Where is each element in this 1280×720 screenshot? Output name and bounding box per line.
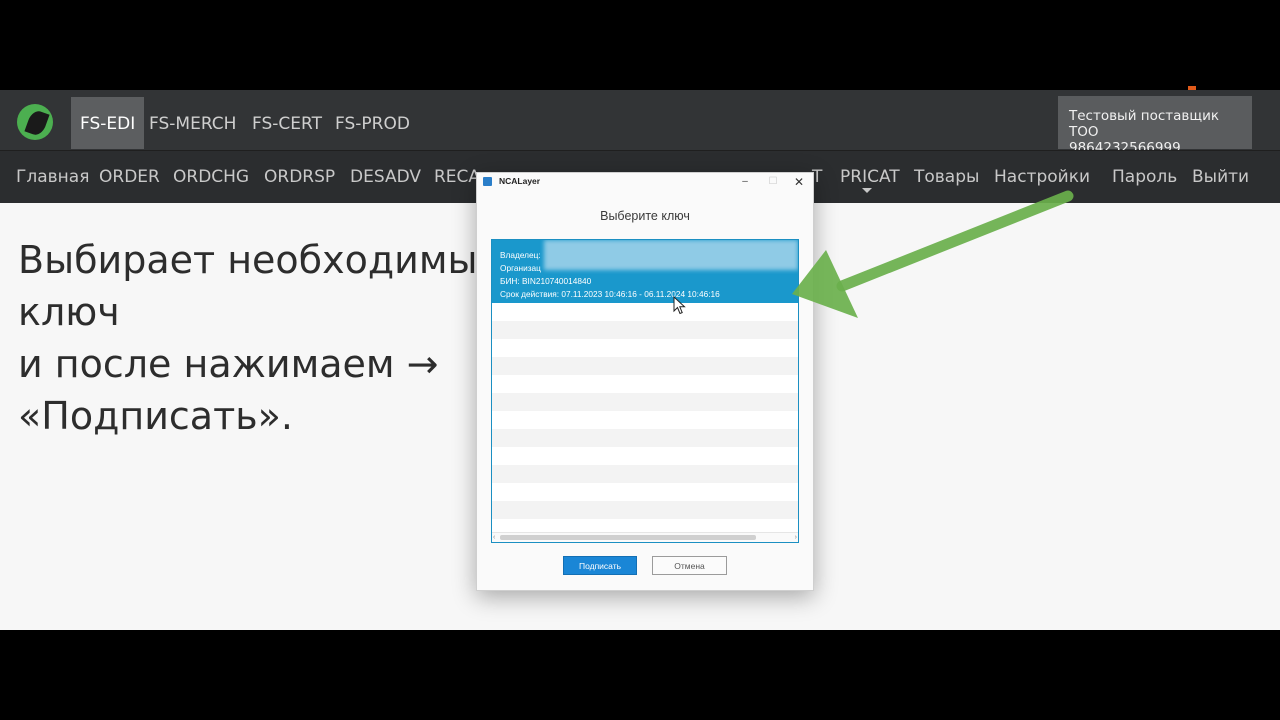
instruction-line-4: «Подписать». bbox=[18, 394, 293, 438]
scroll-left-icon[interactable]: ‹ bbox=[493, 533, 495, 542]
tab-fs-prod[interactable]: FS-PROD bbox=[326, 97, 419, 149]
menu-password[interactable]: Пароль bbox=[1112, 167, 1177, 187]
menu-order[interactable]: ORDER bbox=[99, 167, 160, 187]
supplier-name: Тестовый поставщик ТОО bbox=[1069, 108, 1220, 140]
menu-recadv[interactable]: RECA bbox=[434, 167, 480, 187]
list-stripe bbox=[492, 321, 798, 339]
ncalayer-dialog: NCALayer – ☐ ✕ Выберите ключ Владелец: О… bbox=[476, 172, 814, 591]
pricat-dropdown-icon[interactable] bbox=[862, 188, 872, 193]
tab-fs-merch[interactable]: FS-MERCH bbox=[140, 97, 245, 149]
tab-fs-cert[interactable]: FS-CERT bbox=[243, 97, 331, 149]
dialog-title: NCALayer bbox=[499, 176, 541, 186]
key-list[interactable]: Владелец: Организац БИН: BIN210740014840… bbox=[491, 239, 799, 543]
tab-fs-edi[interactable]: FS-EDI bbox=[71, 97, 145, 149]
list-stripe bbox=[492, 393, 798, 411]
instruction-line-3: и после нажимаем → bbox=[18, 342, 439, 386]
minimize-icon[interactable]: – bbox=[731, 173, 759, 191]
scrollbar-thumb[interactable] bbox=[500, 535, 756, 540]
instruction-text: Выбирает необходимый ключ и после нажима… bbox=[18, 234, 502, 442]
list-stripe bbox=[492, 465, 798, 483]
key-organization: Организац bbox=[500, 263, 541, 273]
menu-logout[interactable]: Выйти bbox=[1192, 167, 1249, 187]
top-bar: FS-EDI FS-MERCH FS-CERT FS-PROD Тестовый… bbox=[0, 90, 1280, 156]
list-stripe bbox=[492, 357, 798, 375]
redacted-area bbox=[544, 240, 798, 270]
mouse-cursor-icon bbox=[673, 296, 686, 315]
list-stripe bbox=[492, 429, 798, 447]
key-owner: Владелец: bbox=[500, 250, 541, 260]
sign-button[interactable]: Подписать bbox=[563, 556, 637, 575]
dialog-titlebar[interactable]: NCALayer – ☐ ✕ bbox=[477, 173, 813, 191]
horizontal-scrollbar[interactable]: ‹ › bbox=[492, 532, 798, 542]
menu-home[interactable]: Главная bbox=[16, 167, 89, 187]
instruction-line-1: Выбирает необходимый bbox=[18, 238, 503, 282]
menu-ordrsp[interactable]: ORDRSP bbox=[264, 167, 335, 187]
supplier-badge[interactable]: Тестовый поставщик ТОО 9864232566999 bbox=[1058, 96, 1252, 156]
scroll-right-icon[interactable]: › bbox=[795, 533, 797, 542]
key-list-item-selected[interactable]: Владелец: Организац БИН: BIN210740014840… bbox=[492, 240, 798, 303]
instruction-line-2: ключ bbox=[18, 290, 120, 334]
menu-desadv[interactable]: DESADV bbox=[350, 167, 421, 187]
close-icon[interactable]: ✕ bbox=[785, 173, 813, 191]
menu-ordchg[interactable]: ORDCHG bbox=[173, 167, 249, 187]
menu-pricat[interactable]: PRICAT bbox=[840, 167, 900, 187]
dialog-heading: Выберите ключ bbox=[600, 209, 690, 223]
menu-settings[interactable]: Настройки bbox=[994, 167, 1090, 187]
menu-goods[interactable]: Товары bbox=[914, 167, 979, 187]
cancel-button[interactable]: Отмена bbox=[652, 556, 727, 575]
list-stripe bbox=[492, 501, 798, 519]
maximize-icon: ☐ bbox=[768, 176, 778, 187]
brand-logo-icon[interactable] bbox=[17, 104, 53, 140]
key-bin: БИН: BIN210740014840 bbox=[500, 276, 592, 286]
ncalayer-app-icon bbox=[483, 177, 492, 186]
